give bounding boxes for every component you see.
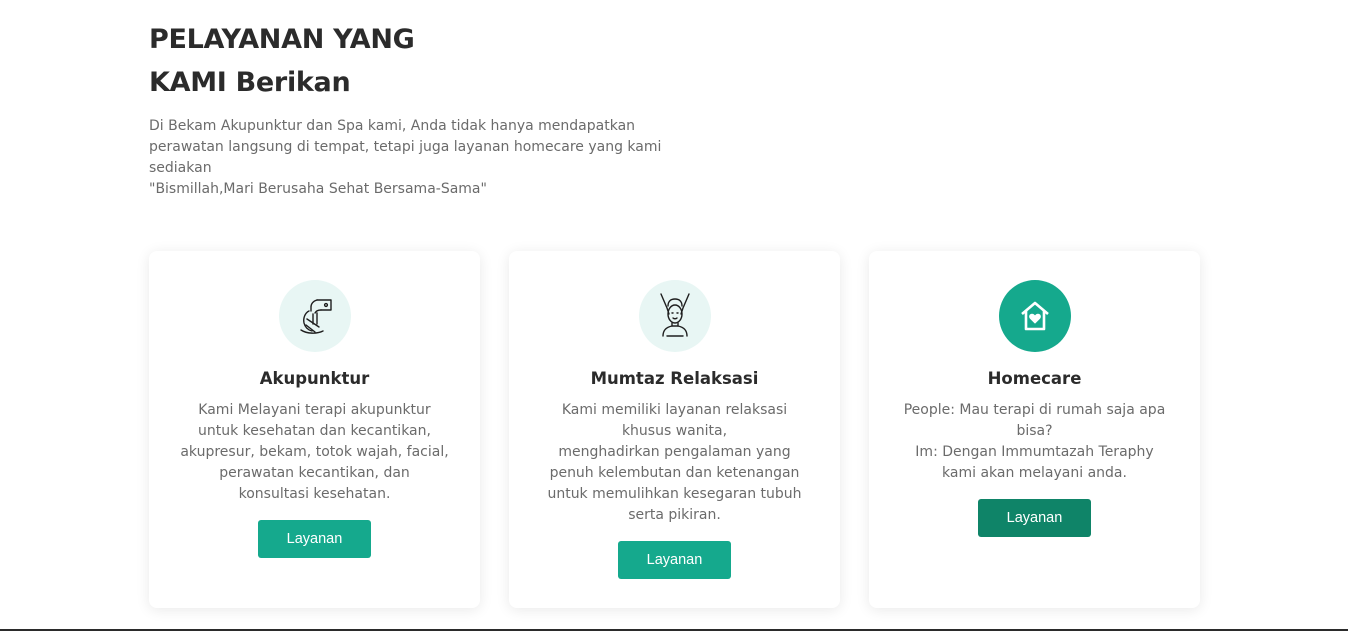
- card-text-line: penuh kelembutan dan ketenangan: [549, 465, 800, 481]
- card-title: Homecare: [987, 369, 1082, 388]
- massage-relaxation-icon: [639, 280, 711, 352]
- section-header: PELAYANAN YANG KAMI Berikan Di Bekam Aku…: [149, 18, 709, 200]
- home-heart-icon: [999, 280, 1071, 352]
- description-line: Di Bekam Akupunktur dan Spa kami, Anda t…: [149, 118, 636, 134]
- layanan-button-mumtaz-relaksasi[interactable]: Layanan: [618, 541, 731, 579]
- card-text-line: khusus wanita,: [621, 423, 728, 439]
- card-text-line: untuk memulihkan kesegaran tubuh: [547, 486, 802, 502]
- section-title: PELAYANAN YANG KAMI Berikan: [149, 18, 709, 104]
- section-title-line: KAMI Berikan: [149, 67, 351, 98]
- section-title-line: PELAYANAN YANG: [149, 24, 415, 55]
- service-card-akupunktur: Akupunktur Kami Melayani terapi akupunkt…: [149, 251, 480, 608]
- description-line: "Bismillah,Mari Berusaha Sehat Bersama-S…: [149, 181, 487, 197]
- layanan-button-homecare[interactable]: Layanan: [978, 499, 1091, 537]
- card-text-line: Kami memiliki layanan relaksasi: [561, 402, 788, 418]
- card-description: Kami memiliki layanan relaksasi khusus w…: [537, 400, 812, 526]
- card-title: Akupunktur: [259, 369, 370, 388]
- services-page: PELAYANAN YANG KAMI Berikan Di Bekam Aku…: [0, 0, 1348, 631]
- card-text-line: Im: Dengan Immumtazah Teraphy: [915, 444, 1154, 460]
- card-description: People: Mau terapi di rumah saja apa bis…: [897, 400, 1172, 484]
- card-text-line: Kami Melayani terapi akupunktur: [198, 402, 431, 418]
- section-description: Di Bekam Akupunktur dan Spa kami, Anda t…: [149, 116, 694, 200]
- layanan-button-akupunktur[interactable]: Layanan: [258, 520, 371, 558]
- card-text-line: kami akan melayani anda.: [942, 465, 1127, 481]
- card-title: Mumtaz Relaksasi: [590, 369, 759, 388]
- card-text-line: bisa?: [1016, 423, 1053, 439]
- description-line: sediakan: [149, 160, 212, 176]
- card-text-line: menghadirkan pengalaman yang: [558, 444, 791, 460]
- description-line: perawatan langsung di tempat, tetapi jug…: [149, 139, 662, 155]
- card-description: Kami Melayani terapi akupunktur untuk ke…: [177, 400, 452, 505]
- card-text-line: konsultasi kesehatan.: [238, 486, 391, 502]
- acupuncture-hand-icon: [279, 280, 351, 352]
- card-text-line: untuk kesehatan dan kecantikan,: [198, 423, 431, 439]
- card-text-line: serta pikiran.: [628, 507, 721, 523]
- service-card-homecare: Homecare People: Mau terapi di rumah saj…: [869, 251, 1200, 608]
- service-card-mumtaz-relaksasi: Mumtaz Relaksasi Kami memiliki layanan r…: [509, 251, 840, 608]
- card-text-line: People: Mau terapi di rumah saja apa: [903, 402, 1166, 418]
- card-text-line: akupresur, bekam, totok wajah, facial,: [180, 444, 449, 460]
- card-text-line: perawatan kecantikan, dan: [219, 465, 410, 481]
